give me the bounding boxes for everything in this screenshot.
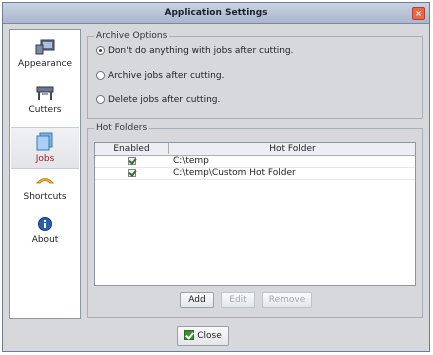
- enabled-checkbox[interactable]: [128, 157, 136, 165]
- column-header-hot-folder[interactable]: Hot Folder: [170, 144, 415, 154]
- sidebar-item-label: Appearance: [17, 59, 73, 69]
- settings-sidebar: Appearance Cutters Jobs Shortcuts About: [9, 29, 81, 319]
- radio-button[interactable]: [96, 71, 105, 80]
- window-close-icon[interactable]: ×: [412, 7, 425, 20]
- table-row[interactable]: C:\temp\Custom Hot Folder: [95, 168, 415, 180]
- hot-folder-path: C:\temp: [173, 156, 209, 166]
- table-header: Enabled Hot Folder: [95, 143, 415, 156]
- jobs-icon: [36, 132, 53, 151]
- close-button[interactable]: Close: [177, 326, 229, 346]
- info-icon: [38, 217, 52, 231]
- remove-button[interactable]: Remove: [262, 292, 312, 308]
- close-button-label: Close: [197, 331, 222, 341]
- enabled-cell: [95, 156, 169, 167]
- jobs-panel: Archive Options Don't do anything with j…: [87, 29, 423, 319]
- archive-options-legend: Archive Options: [94, 31, 170, 41]
- sidebar-item-label: Jobs: [35, 154, 55, 164]
- radio-button[interactable]: [96, 95, 105, 104]
- sidebar-item-shortcuts[interactable]: Shortcuts: [11, 173, 79, 211]
- radio-label: Don't do anything with jobs after cuttin…: [108, 46, 294, 56]
- radio-archive-jobs[interactable]: Archive jobs after cutting.: [96, 71, 224, 81]
- title-bar[interactable]: Application Settings ×: [3, 3, 429, 24]
- sidebar-item-jobs[interactable]: Jobs: [11, 127, 79, 169]
- radio-button[interactable]: [96, 46, 105, 55]
- hot-folders-table: Enabled Hot Folder C:\temp C:\temp\Custo…: [94, 142, 416, 286]
- enabled-checkbox[interactable]: [128, 169, 136, 177]
- appearance-icon: [35, 39, 55, 55]
- edit-button[interactable]: Edit: [221, 292, 255, 308]
- settings-window: Application Settings × Appearance Cutter…: [2, 2, 430, 352]
- hot-folders-group: Hot Folders Enabled Hot Folder C:\temp C…: [87, 123, 423, 318]
- sidebar-item-appearance[interactable]: Appearance: [11, 38, 79, 78]
- check-icon: [184, 330, 195, 340]
- shortcuts-icon: [35, 178, 55, 184]
- sidebar-item-about[interactable]: About: [11, 216, 79, 254]
- cutter-icon: [36, 86, 54, 100]
- radio-do-nothing[interactable]: Don't do anything with jobs after cuttin…: [96, 46, 294, 56]
- column-header-enabled[interactable]: Enabled: [95, 143, 169, 154]
- radio-delete-jobs[interactable]: Delete jobs after cutting.: [96, 95, 220, 105]
- radio-label: Archive jobs after cutting.: [108, 71, 225, 81]
- radio-label: Delete jobs after cutting.: [108, 95, 221, 105]
- hot-folder-path: C:\temp\Custom Hot Folder: [173, 168, 296, 178]
- sidebar-item-label: Shortcuts: [23, 192, 67, 202]
- table-row[interactable]: C:\temp: [95, 156, 415, 168]
- hot-folders-legend: Hot Folders: [94, 123, 150, 133]
- window-title: Application Settings: [164, 8, 268, 18]
- sidebar-item-cutters[interactable]: Cutters: [11, 84, 79, 122]
- add-button[interactable]: Add: [180, 292, 214, 308]
- sidebar-item-label: About: [31, 235, 59, 245]
- sidebar-item-label: Cutters: [28, 105, 62, 115]
- enabled-cell: [95, 168, 169, 179]
- archive-options-group: Archive Options Don't do anything with j…: [87, 31, 423, 119]
